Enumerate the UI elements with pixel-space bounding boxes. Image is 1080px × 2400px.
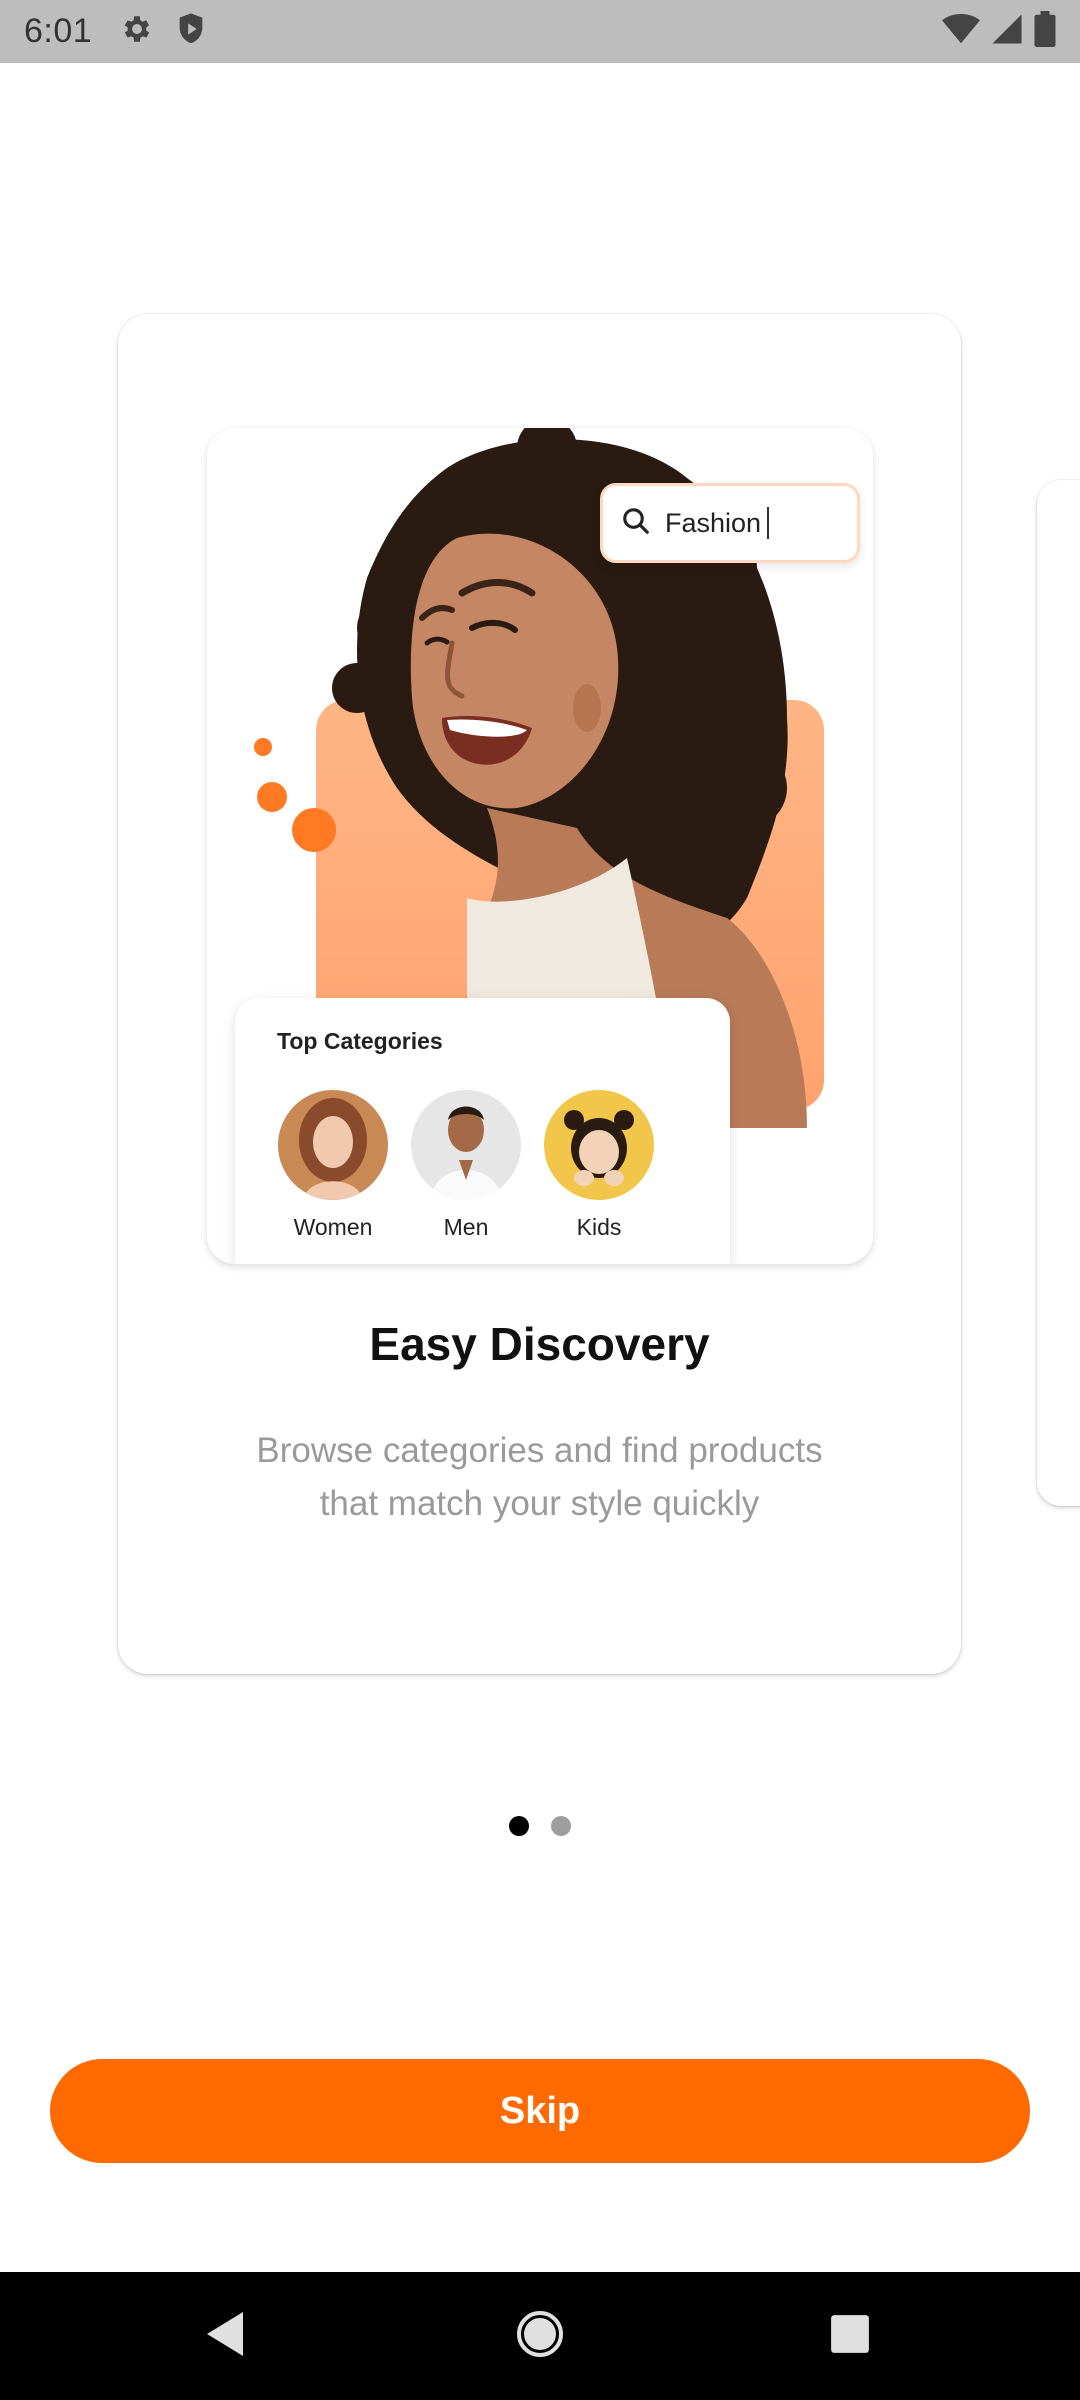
onboarding-title: Easy Discovery: [369, 1318, 710, 1370]
top-categories-panel: Top Categories Women Men Kids: [235, 998, 730, 1264]
battery-icon: [1034, 11, 1056, 52]
page-dot-active[interactable]: [509, 1816, 529, 1836]
recents-icon: [829, 2313, 871, 2360]
onboarding-illustration: Fashion Top Categories Women Men Kids: [207, 428, 873, 1264]
status-time: 6:01: [24, 12, 93, 50]
men-avatar: [411, 1090, 521, 1200]
onboarding-screen: 6:01 Fashion Top Categories Women Men Ki…: [0, 0, 1080, 2400]
recents-button[interactable]: [780, 2272, 920, 2400]
categories-title: Top Categories: [277, 1028, 443, 1054]
shield-icon: [176, 12, 206, 51]
skip-button[interactable]: Skip: [50, 2059, 1030, 2163]
category-label: Women: [293, 1214, 373, 1240]
home-button[interactable]: [470, 2272, 610, 2400]
page-dot[interactable]: [551, 1816, 571, 1836]
search-chip-text: Fashion: [665, 507, 762, 538]
category-label: Kids: [576, 1214, 622, 1240]
status-bar: 6:01: [0, 0, 1080, 63]
wifi-icon: [942, 13, 980, 50]
signal-icon: [990, 13, 1024, 50]
back-button[interactable]: [155, 2272, 295, 2400]
women-avatar: [278, 1090, 388, 1200]
system-nav-bar: [0, 2272, 1080, 2400]
gear-icon: [120, 12, 154, 51]
kids-avatar: [544, 1090, 654, 1200]
home-icon: [516, 2310, 564, 2363]
onboarding-card[interactable]: Fashion Top Categories Women Men Kids Ea…: [118, 314, 961, 1674]
onboarding-description: Browse categories and find products that…: [256, 1431, 823, 1523]
category-kids: Kids: [539, 1090, 659, 1241]
category-men: Men: [406, 1090, 526, 1241]
page-indicator: [0, 1816, 1080, 1836]
next-onboarding-card-peek[interactable]: [1037, 480, 1080, 1506]
back-icon: [203, 2310, 247, 2363]
search-chip: Fashion: [600, 483, 860, 563]
category-label: Men: [443, 1214, 489, 1240]
search-icon: [621, 506, 651, 541]
text-caret: [767, 507, 770, 539]
category-women: Women: [273, 1090, 393, 1241]
